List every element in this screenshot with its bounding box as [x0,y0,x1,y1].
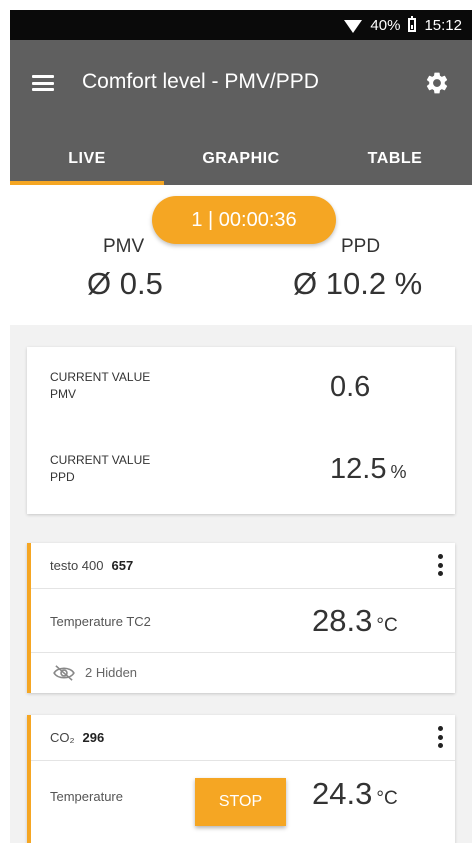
ppd-average: Ø 10.2 % [293,266,423,301]
status-bar: 40% 15:12 [10,10,472,40]
tab-graphic[interactable]: GRAPHIC [164,132,318,185]
current-ppd-label: CURRENT VALUE PPD [50,453,151,484]
current-pmv-value: 0.6 [330,371,371,403]
measurement-label: Temperature [50,789,123,804]
eye-off-icon [53,665,75,681]
tab-table[interactable]: TABLE [318,132,472,185]
tab-bar: LIVE GRAPHIC TABLE [10,132,472,185]
measurement-value: 24.3 °C [312,776,398,811]
probe-serial: 296 [82,730,105,745]
menu-icon[interactable] [32,75,54,91]
measurement-label: Temperature TC2 [50,614,151,629]
hidden-channels-row[interactable]: 2 Hidden [31,652,455,692]
pmv-average: Ø 0.5 [87,266,163,301]
probe-header: testo 400 657 [31,543,455,589]
live-content: PMV Ø 0.5 PPD Ø 10.2 % 1 | 00:00:36 CURR… [10,185,472,843]
pmv-label: PMV [103,236,145,257]
summary-panel: PMV Ø 0.5 PPD Ø 10.2 % 1 | 00:00:36 [10,185,472,325]
hidden-channels-text: 2 Hidden [85,665,138,680]
probe-card-testo-400: testo 400 657 Temperature TC2 28.3 °C 2 Hi… [27,543,455,693]
clock: 15:12 [424,16,462,34]
page-title: Comfort level - PMV/PPD [82,70,319,93]
ppd-label: PPD [341,236,381,257]
tab-live[interactable]: LIVE [10,132,164,185]
gear-icon[interactable] [424,70,450,96]
current-pmv-label: CURRENT VALUE PMV [50,370,151,401]
probe-header: CO₂ 296 [31,715,455,761]
app-bar: Comfort level - PMV/PPD LIVE GRAPHIC TAB… [10,40,472,185]
probe-name: CO₂ [50,730,75,745]
current-ppd-value: 12.5% [330,453,407,485]
wifi-icon [344,19,363,33]
battery-percent: 40% [370,16,401,34]
probe-serial: 657 [111,558,134,573]
probe-name: testo 400 [50,558,104,573]
stop-button[interactable]: STOP [195,778,286,826]
more-vert-icon[interactable] [437,554,443,576]
current-values-card: CURRENT VALUE PMV 0.6 CURRENT VALUE PPD … [27,347,455,514]
measurement-row: Temperature TC2 28.3 °C [31,589,455,652]
measurement-value: 28.3 °C [312,603,398,638]
measurement-timer[interactable]: 1 | 00:00:36 [152,196,336,244]
more-vert-icon[interactable] [437,726,443,748]
battery-icon [408,16,417,32]
